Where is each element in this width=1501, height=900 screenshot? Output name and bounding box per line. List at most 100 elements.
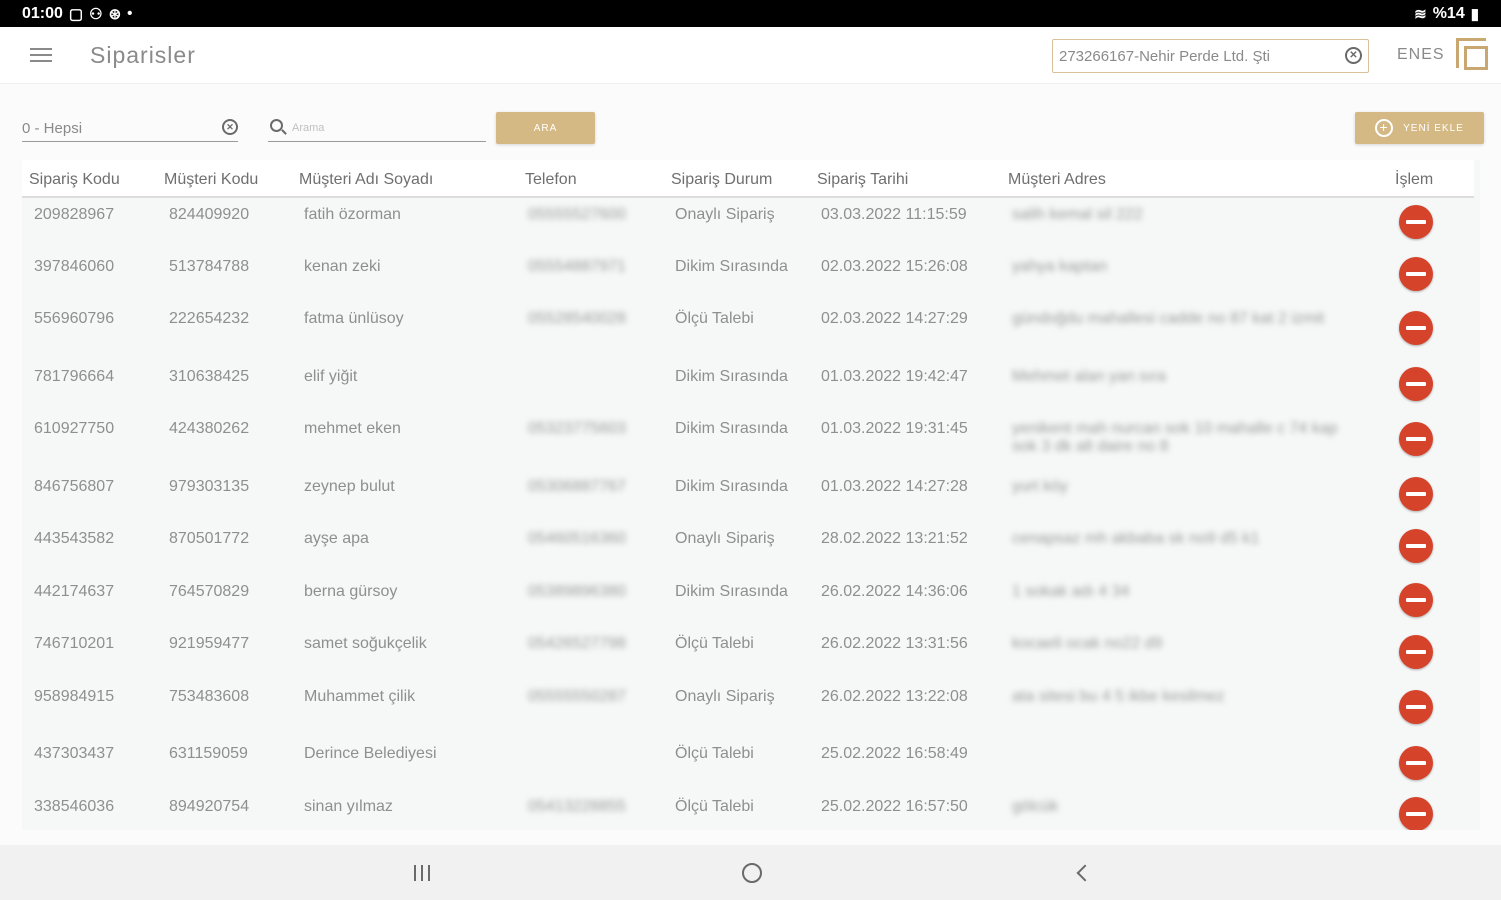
customer-code-cell: 764570829	[169, 583, 250, 600]
battery-icon: ▮	[1470, 5, 1479, 23]
delete-order-icon[interactable]	[1399, 690, 1433, 724]
app-bar: Siparisler 273266167-Nehir Perde Ltd. Şt…	[0, 27, 1501, 84]
delete-order-icon[interactable]	[1399, 746, 1433, 780]
clear-company-icon[interactable]: ✕	[1345, 47, 1362, 64]
customer-address-cell: yenikent mah nurcan sok 10 mahalle c 74 …	[1012, 420, 1338, 455]
delete-order-icon[interactable]	[1399, 205, 1433, 239]
phone-cell: 05555550287	[528, 688, 626, 705]
delete-order-icon[interactable]	[1399, 311, 1433, 345]
customer-name-cell: fatih özorman	[304, 206, 401, 223]
phone-cell: 05426527798	[528, 635, 626, 652]
customer-code-cell: 631159059	[169, 745, 248, 762]
add-new-button[interactable]: + YENİ EKLE	[1355, 112, 1484, 144]
orders-table: Sipariş Kodu Müşteri Kodu Müşteri Adı So…	[22, 160, 1480, 830]
back-icon[interactable]	[1075, 865, 1089, 881]
customer-address-cell: gölcük	[1012, 798, 1059, 815]
delete-order-icon[interactable]	[1399, 257, 1433, 291]
sync-icon: ⊛	[108, 5, 122, 23]
notification-icon: ⚇	[89, 5, 103, 23]
customer-name-cell: kenan zeki	[304, 258, 381, 275]
customer-code-cell: 513784788	[169, 258, 250, 275]
column-header-order-code[interactable]: Sipariş Kodu	[29, 171, 120, 189]
order-status-cell: Dikim Sırasında	[675, 420, 788, 437]
customer-code-cell: 824409920	[169, 206, 250, 223]
customer-address-cell: yurt köy	[1012, 478, 1069, 495]
customer-address-cell: gündoğdu mahallesi cadde no 87 kat 2 izm…	[1012, 310, 1325, 327]
delete-order-icon[interactable]	[1399, 797, 1433, 830]
order-date-cell: 01.03.2022 14:27:28	[821, 478, 968, 495]
search-input[interactable]	[292, 118, 482, 138]
order-code-cell: 781796664	[34, 368, 115, 385]
order-code-cell: 958984915	[34, 688, 115, 705]
column-header-customer-address[interactable]: Müşteri Adres	[1008, 171, 1106, 189]
company-select-value: 273266167-Nehir Perde Ltd. Şti	[1059, 48, 1270, 65]
order-status-cell: Dikim Sırasında	[675, 368, 788, 385]
delete-order-icon[interactable]	[1399, 635, 1433, 669]
order-date-cell: 28.02.2022 13:21:52	[821, 530, 968, 547]
battery-level: %14	[1432, 4, 1465, 22]
customer-address-cell: yahya kaptan	[1012, 258, 1108, 275]
phone-cell: 05555527600	[528, 206, 626, 223]
customer-name-cell: sinan yılmaz	[304, 798, 393, 815]
customer-name-cell: ayşe apa	[304, 530, 369, 547]
order-status-cell: Dikim Sırasında	[675, 258, 788, 275]
customer-name-cell: mehmet eken	[304, 420, 401, 437]
column-header-customer-code[interactable]: Müşteri Kodu	[164, 171, 258, 189]
order-status-cell: Ölçü Talebi	[675, 310, 754, 327]
delete-order-icon[interactable]	[1399, 583, 1433, 617]
system-nav-bar	[0, 845, 1501, 900]
order-date-cell: 26.02.2022 14:36:06	[821, 583, 968, 600]
delete-order-icon[interactable]	[1399, 367, 1433, 401]
customer-code-cell: 894920754	[169, 798, 250, 815]
customer-code-cell: 753483608	[169, 688, 250, 705]
hamburger-menu-icon[interactable]	[30, 46, 52, 64]
order-date-cell: 26.02.2022 13:31:56	[821, 635, 968, 652]
order-code-cell: 610927750	[34, 420, 115, 437]
customer-name-cell: berna gürsoy	[304, 583, 398, 600]
recents-icon[interactable]	[412, 865, 432, 881]
clear-filter-icon[interactable]: ✕	[222, 119, 238, 135]
order-code-cell: 556960796	[34, 310, 115, 327]
company-select[interactable]: 273266167-Nehir Perde Ltd. Şti ✕	[1052, 39, 1369, 73]
customer-address-cell: cenapsaz mh akbaba sk no9 d5 k1	[1012, 530, 1260, 547]
brand-logo-icon	[1456, 38, 1490, 72]
delete-order-icon[interactable]	[1399, 422, 1433, 456]
delete-order-icon[interactable]	[1399, 477, 1433, 511]
customer-name-cell: zeynep bulut	[304, 478, 395, 495]
search-button-label: ARA	[533, 122, 558, 134]
customer-code-cell: 424380262	[169, 420, 250, 437]
column-header-customer-name[interactable]: Müşteri Adı Soyadı	[299, 171, 433, 189]
status-bar: 01:00 ▢ ⚇ ⊛ • ≋ %14 ▮	[0, 0, 1501, 27]
order-date-cell: 26.02.2022 13:22:08	[821, 688, 968, 705]
status-filter-select[interactable]: 0 - Hepsi ✕	[22, 114, 238, 142]
search-button[interactable]: ARA	[496, 112, 595, 144]
order-status-cell: Dikim Sırasında	[675, 583, 788, 600]
phone-cell: 05389896380	[528, 583, 626, 600]
order-code-cell: 443543582	[34, 530, 115, 547]
column-header-phone[interactable]: Telefon	[525, 171, 577, 189]
customer-address-cell: salih kemal sil 222	[1012, 206, 1143, 223]
more-dot-icon: •	[127, 5, 133, 22]
customer-code-cell: 222654232	[169, 310, 250, 327]
column-header-order-status[interactable]: Sipariş Durum	[671, 171, 772, 189]
phone-cell: 05460516360	[528, 530, 626, 547]
order-status-cell: Ölçü Talebi	[675, 798, 754, 815]
customer-name-cell: elif yiğit	[304, 368, 358, 385]
order-date-cell: 03.03.2022 11:15:59	[821, 206, 967, 223]
wifi-icon: ≋	[1414, 5, 1427, 23]
order-status-cell: Ölçü Talebi	[675, 745, 754, 762]
home-icon[interactable]	[742, 863, 762, 883]
delete-order-icon[interactable]	[1399, 529, 1433, 563]
status-filter-value: 0 - Hepsi	[22, 120, 83, 137]
order-date-cell: 02.03.2022 14:27:29	[821, 310, 968, 327]
column-header-action: İşlem	[1395, 171, 1434, 188]
add-new-button-label: YENİ EKLE	[1403, 122, 1464, 134]
customer-address-cell: ata sitesi bu 4 5 ikbe kesilmez	[1012, 688, 1225, 705]
order-date-cell: 02.03.2022 15:26:08	[821, 258, 968, 275]
user-name[interactable]: ENES	[1397, 46, 1445, 64]
phone-cell: 05554887971	[528, 258, 626, 275]
column-header-order-date[interactable]: Sipariş Tarihi	[817, 171, 908, 189]
customer-code-cell: 870501772	[169, 530, 250, 547]
order-code-cell: 442174637	[34, 583, 115, 600]
order-status-cell: Dikim Sırasında	[675, 478, 788, 495]
